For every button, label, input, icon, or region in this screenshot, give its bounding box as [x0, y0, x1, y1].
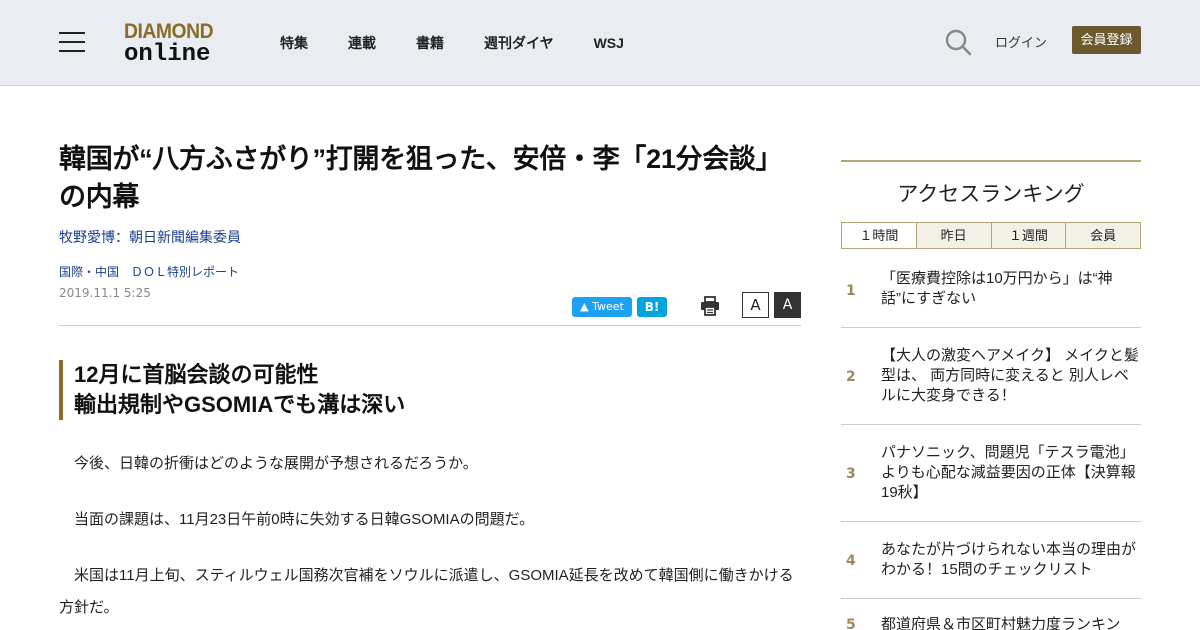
nav-item-books[interactable]: 書籍	[416, 33, 444, 53]
font-size-small-button[interactable]: A	[742, 292, 769, 318]
subheading-line-1: 12月に首脳会談の可能性	[74, 362, 319, 387]
nav-item-weekly-diamond[interactable]: 週刊ダイヤ	[484, 33, 554, 53]
paragraph: 当面の課題は、11月23日午前0時に失効する日韓GSOMIAの問題だ。	[74, 511, 535, 528]
register-button[interactable]: 会員登録	[1072, 26, 1141, 54]
rank-number: 1	[846, 283, 856, 299]
tweet-label: Tweet	[592, 300, 624, 313]
rank-number: 3	[846, 466, 856, 482]
rank-number: 2	[846, 369, 856, 385]
ranking-title: アクセスランキング	[897, 183, 1085, 206]
menu-icon[interactable]	[59, 32, 85, 52]
tab-yesterday[interactable]: 昨日	[915, 223, 991, 248]
rank-title: パナソニック、問題児「テスラ電池」よりも心配な減益要因の正体【決算報19秋】	[881, 444, 1136, 501]
tweet-button[interactable]: ▲ Tweet	[572, 297, 632, 317]
article-meta: 2019.11.1 5:25 ▲ Tweet B! A A	[59, 286, 801, 326]
access-ranking: アクセスランキング １時間 昨日 １週間 会員 1 「医療費控除は10万円から」…	[841, 160, 1141, 630]
site-logo[interactable]: DIAMOND online	[124, 20, 226, 68]
rank-title: 【大人の激変ヘアメイク】 メイクと髪型は、 両方同時に変えると 別人レベルに大変…	[881, 347, 1139, 404]
hatena-bookmark-button[interactable]: B!	[637, 297, 667, 317]
ranking-item[interactable]: 3 パナソニック、問題児「テスラ電池」よりも心配な減益要因の正体【決算報19秋】	[841, 425, 1141, 522]
rank-number: 5	[846, 617, 856, 630]
twitter-icon: ▲	[580, 300, 593, 313]
ranking-divider	[841, 160, 1141, 162]
ranking-item[interactable]: 2 【大人の激変ヘアメイク】 メイクと髪型は、 両方同時に変えると 別人レベルに…	[841, 328, 1141, 425]
publish-date: 2019.11.1 5:25	[59, 286, 151, 300]
category-link[interactable]: 国際・中国 ＤＯＬ特別レポート	[59, 263, 801, 280]
site-header: DIAMOND online 特集 連載 書籍 週刊ダイヤ WSJ ログイン 会…	[0, 0, 1200, 86]
article-title: 韓国が“八方ふさがり”打開を狙った、安倍・李「21分会談」の内幕	[59, 144, 783, 212]
ranking-item[interactable]: 1 「医療費控除は10万円から」は“神話”にすぎない	[841, 249, 1141, 328]
ranking-tabs: １時間 昨日 １週間 会員	[841, 222, 1141, 249]
nav-item-features[interactable]: 特集	[280, 33, 308, 53]
rank-number: 4	[846, 553, 856, 569]
search-icon[interactable]	[944, 28, 972, 56]
print-icon[interactable]	[699, 295, 721, 317]
tab-members[interactable]: 会員	[1065, 223, 1140, 248]
author-link[interactable]: 牧野愛博：朝日新聞編集委員	[59, 227, 801, 247]
nav-item-wsj[interactable]: WSJ	[594, 35, 624, 51]
rank-title: 都道府県＆市区町村魅力度ランキン	[881, 616, 1121, 630]
ranking-item[interactable]: 5 都道府県＆市区町村魅力度ランキン	[841, 599, 1141, 630]
login-link[interactable]: ログイン	[995, 32, 1047, 51]
nav-item-series[interactable]: 連載	[348, 33, 376, 53]
article: 韓国が“八方ふさがり”打開を狙った、安倍・李「21分会談」の内幕 牧野愛博：朝日…	[59, 140, 801, 624]
rank-title: あなたが片づけられない本当の理由がわかる！15問のチェックリスト	[881, 541, 1137, 578]
font-size-large-button[interactable]: A	[774, 292, 801, 318]
paragraph: 米国は11月上旬、スティルウェル国務次官補をソウルに派遣し、GSOMIA延長を改…	[59, 567, 794, 616]
tab-1-hour[interactable]: １時間	[842, 223, 916, 248]
tab-1-week[interactable]: １週間	[990, 223, 1066, 248]
article-subheading: 12月に首脳会談の可能性 輸出規制やGSOMIAでも溝は深い	[59, 360, 801, 420]
main-nav: 特集 連載 書籍 週刊ダイヤ WSJ	[280, 0, 664, 86]
subheading-line-2: 輸出規制やGSOMIAでも溝は深い	[74, 392, 406, 417]
paragraph: 今後、日韓の折衝はどのような展開が予想されるだろうか。	[74, 455, 478, 472]
logo-top: DIAMOND	[124, 20, 214, 43]
rank-title: 「医療費控除は10万円から」は“神話”にすぎない	[881, 270, 1113, 307]
logo-bottom: online	[124, 41, 211, 68]
ranking-item[interactable]: 4 あなたが片づけられない本当の理由がわかる！15問のチェックリスト	[841, 522, 1141, 599]
